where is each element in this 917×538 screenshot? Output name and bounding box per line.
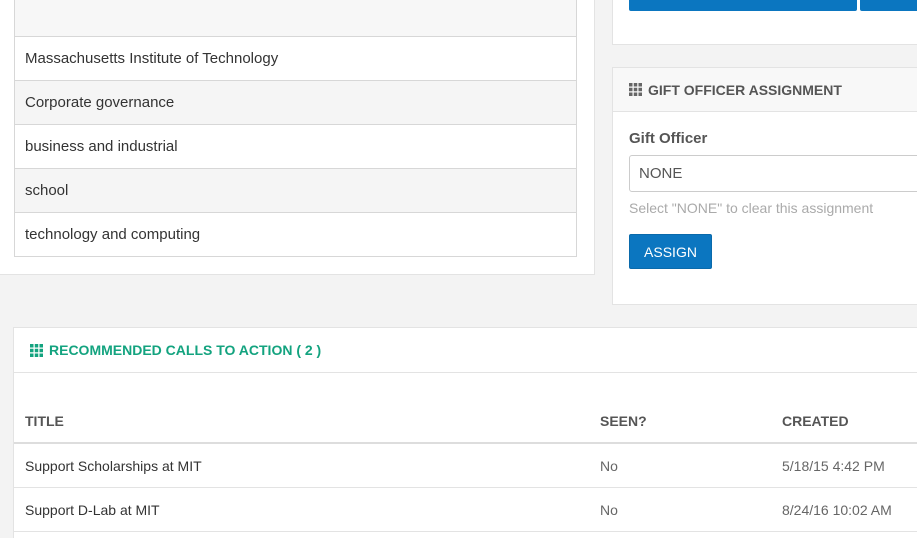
actions-card [612,0,917,45]
table-row[interactable]: Support Scholarships at MIT No 5/18/15 4… [14,444,917,488]
gift-officer-header: GIFT OFFICER ASSIGNMENT [613,68,917,112]
gift-officer-label: Gift Officer [629,130,708,147]
tags-card: Massachusetts Institute of Technology Co… [0,0,595,275]
table-header-row: TITLE SEEN? CREATED [14,399,917,444]
table-row[interactable]: Support D-Lab at MIT No 8/24/16 10:02 AM [14,488,917,532]
cta-title-cell[interactable]: Support D-Lab at MIT [14,502,600,518]
list-item: business and industrial [15,124,576,168]
list-item: Massachusetts Institute of Technology [15,36,576,80]
action-button[interactable] [629,0,857,11]
list-item: school [15,168,576,212]
card-title: RECOMMENDED CALLS TO ACTION ( 2 ) [49,342,322,358]
tag-label: technology and computing [25,226,201,243]
grid-icon [30,343,43,357]
column-header-seen[interactable]: SEEN? [600,413,782,429]
action-button-secondary[interactable] [860,0,917,11]
tag-label: Massachusetts Institute of Technology [25,50,279,67]
tag-label: Corporate governance [25,94,175,111]
card-title: GIFT OFFICER ASSIGNMENT [648,81,842,98]
seen-cell: No [600,457,618,474]
list-item: technology and computing [15,212,576,256]
tags-list: Massachusetts Institute of Technology Co… [14,0,577,257]
tag-label: school [25,182,69,199]
grid-icon [629,83,642,96]
help-text: Select "NONE" to clear this assignment [629,200,874,216]
cta-table: TITLE SEEN? CREATED Support Scholarships… [14,399,917,532]
column-header-created[interactable]: CREATED [782,413,917,429]
gift-officer-card: GIFT OFFICER ASSIGNMENT Gift Officer Sel… [612,67,917,305]
seen-cell: No [600,501,618,518]
cta-title-cell[interactable]: Support Scholarships at MIT [14,458,600,474]
cta-card: RECOMMENDED CALLS TO ACTION ( 2 ) TITLE … [13,327,917,538]
column-header-title[interactable]: TITLE [14,413,600,429]
list-item [15,0,576,36]
assign-button[interactable]: ASSIGN [629,234,712,269]
list-item: Corporate governance [15,80,576,124]
created-cell: 5/18/15 4:42 PM [782,457,885,474]
created-cell: 8/24/16 10:02 AM [782,501,892,518]
tag-label: business and industrial [25,138,178,155]
cta-header: RECOMMENDED CALLS TO ACTION ( 2 ) [14,328,917,373]
gift-officer-input[interactable] [629,155,917,192]
